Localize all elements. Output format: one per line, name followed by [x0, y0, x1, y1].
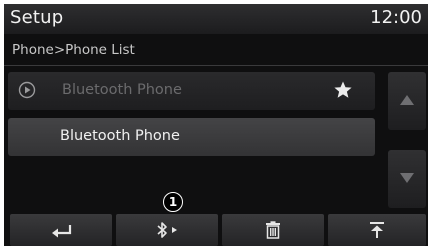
scroll-down-button[interactable]: [388, 150, 426, 208]
list-item-label: Bluetooth Phone: [62, 82, 182, 98]
bluetooth-icon: [157, 222, 177, 238]
play-circle-icon: [18, 81, 36, 99]
back-arrow-icon: [52, 225, 72, 238]
triangle-down-icon: [400, 173, 414, 183]
list-item[interactable]: Bluetooth Phone: [8, 118, 375, 156]
list-item[interactable]: Bluetooth Phone: [8, 72, 375, 110]
star-icon[interactable]: [333, 80, 353, 100]
clock: 12:00: [370, 7, 422, 28]
list-item-label: Bluetooth Phone: [60, 128, 180, 144]
move-to-top-button[interactable]: [328, 214, 426, 246]
trash-icon: [266, 221, 280, 239]
screen-title: Setup: [10, 7, 64, 28]
bottom-toolbar: [4, 214, 428, 246]
scroll-up-button[interactable]: [388, 72, 426, 130]
setup-screen: Setup 12:00 Phone>Phone List Bluetooth P…: [4, 4, 428, 246]
back-button[interactable]: [10, 214, 112, 246]
breadcrumb: Phone>Phone List: [12, 42, 135, 58]
callout-number-badge: 1: [163, 192, 183, 212]
phone-list: Bluetooth Phone Bluetooth Phone: [4, 72, 384, 208]
move-top-icon: [370, 222, 384, 238]
bluetooth-connect-button[interactable]: [116, 214, 218, 246]
triangle-up-icon: [400, 95, 414, 105]
delete-button[interactable]: [222, 214, 324, 246]
header-bar: Setup 12:00: [4, 4, 428, 34]
scroll-controls: [388, 72, 426, 208]
divider: [4, 65, 428, 66]
